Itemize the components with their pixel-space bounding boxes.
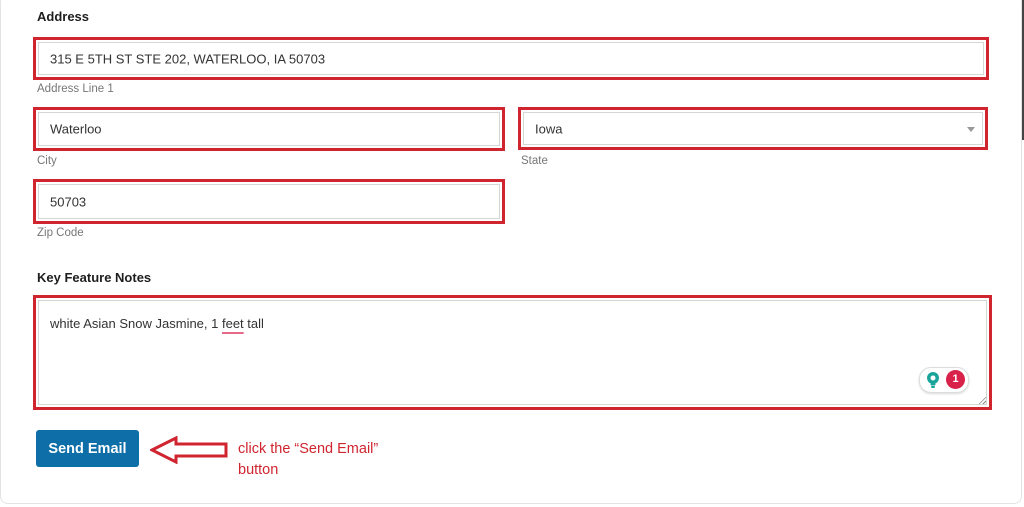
address-heading: Address [37, 9, 90, 24]
send-email-button[interactable]: Send Email [36, 430, 139, 467]
input-border [38, 184, 500, 219]
lightbulb-icon [927, 372, 939, 388]
state-label: State [521, 155, 548, 167]
zip-code-value: 50703 [50, 194, 87, 209]
address-line-1-input[interactable]: 315 E 5TH ST STE 202, WATERLOO, IA 50703 [33, 37, 989, 80]
notes-value: white Asian Snow Jasmine, 1 feet tall [50, 316, 264, 331]
notes-text-before: white Asian Snow Jasmine, 1 [50, 316, 222, 331]
city-label: City [37, 155, 57, 167]
notes-text-after: tall [243, 316, 264, 331]
address-line-1-value: 315 E 5TH ST STE 202, WATERLOO, IA 50703 [50, 51, 326, 66]
input-border [523, 112, 983, 145]
address-line-1-label: Address Line 1 [37, 83, 114, 95]
notes-heading: Key Feature Notes [37, 270, 152, 285]
input-border [38, 112, 500, 146]
resize-handle-icon[interactable] [978, 396, 986, 404]
key-feature-notes-textarea[interactable]: white Asian Snow Jasmine, 1 feet tall 1 [33, 295, 992, 410]
city-input[interactable]: Waterloo [33, 107, 505, 151]
zip-code-input[interactable]: 50703 [33, 179, 505, 224]
grammar-assistant-widget[interactable]: 1 [919, 367, 969, 393]
zip-code-label: Zip Code [37, 227, 84, 239]
state-select[interactable]: Iowa [518, 107, 988, 150]
suggestion-count-badge: 1 [946, 370, 965, 389]
chevron-down-icon[interactable] [967, 126, 975, 132]
instruction-callout: click the “Send Email” button [238, 441, 379, 478]
state-value: Iowa [535, 121, 563, 136]
spelling-flagged-word[interactable]: feet [222, 316, 244, 331]
left-arrow-icon [150, 436, 228, 464]
city-value: Waterloo [50, 121, 102, 137]
